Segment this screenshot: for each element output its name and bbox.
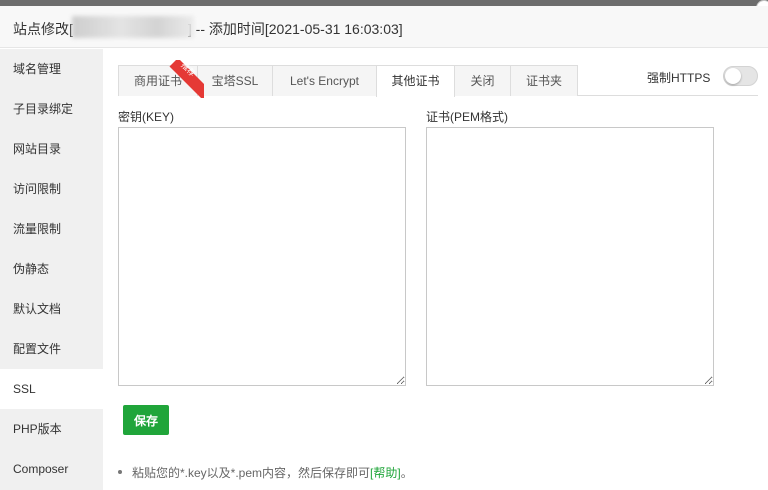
cert-textarea[interactable] [426,127,714,386]
help-link[interactable]: [帮助] [370,466,401,480]
sidebar-item-ssl[interactable]: SSL [0,369,103,409]
sidebar-item-config[interactable]: 配置文件 [0,329,103,369]
tip-text: 粘贴您的*.key以及*.pem内容，然后保存即可 [132,466,371,480]
sidebar-item-composer[interactable]: Composer [0,449,103,489]
tab-lets-encrypt[interactable]: Let's Encrypt [272,65,377,96]
force-https-toggle[interactable] [723,66,758,86]
sidebar-item-default-doc[interactable]: 默认文档 [0,289,103,329]
sidebar: 域名管理 子目录绑定 网站目录 访问限制 流量限制 伪静态 默认文档 配置文件 … [0,49,103,490]
force-https-label: 强制HTTPS [647,71,711,85]
key-textarea[interactable] [118,127,406,386]
sidebar-item-access-limit[interactable]: 访问限制 [0,169,103,209]
save-button[interactable]: 保存 [123,405,169,435]
sidebar-item-subdir[interactable]: 子目录绑定 [0,89,103,129]
title-prefix: 站点修改[ [13,21,73,37]
sidebar-item-rewrite[interactable]: 伪静态 [0,249,103,289]
sidebar-item-site-dir[interactable]: 网站目录 [0,129,103,169]
title-suffix: ] -- 添加时间[2021-05-31 16:03:03] [187,21,403,37]
toggle-knob [725,68,741,84]
title-bar: 站点修改[ ] -- 添加时间[2021-05-31 16:03:03] [0,6,768,48]
tip-line: 粘贴您的*.key以及*.pem内容，然后保存即可[帮助]。 [118,464,413,481]
tab-other-cert[interactable]: 其他证书 [376,65,455,97]
redacted-domain [72,16,194,38]
bullet-icon [118,469,122,474]
key-label: 密钥(KEY) [118,110,175,124]
tab-cert-folder[interactable]: 证书夹 [510,65,578,96]
tip-end: 。 [400,466,413,480]
tab-commercial-cert[interactable]: 商用证书 [118,65,198,96]
sidebar-item-domain[interactable]: 域名管理 [0,49,103,89]
sidebar-item-php-version[interactable]: PHP版本 [0,409,103,449]
sidebar-item-traffic-limit[interactable]: 流量限制 [0,209,103,249]
cert-label: 证书(PEM格式) [426,110,508,124]
tab-close[interactable]: 关闭 [454,65,511,96]
tab-bt-ssl[interactable]: 宝塔SSL [197,65,273,96]
